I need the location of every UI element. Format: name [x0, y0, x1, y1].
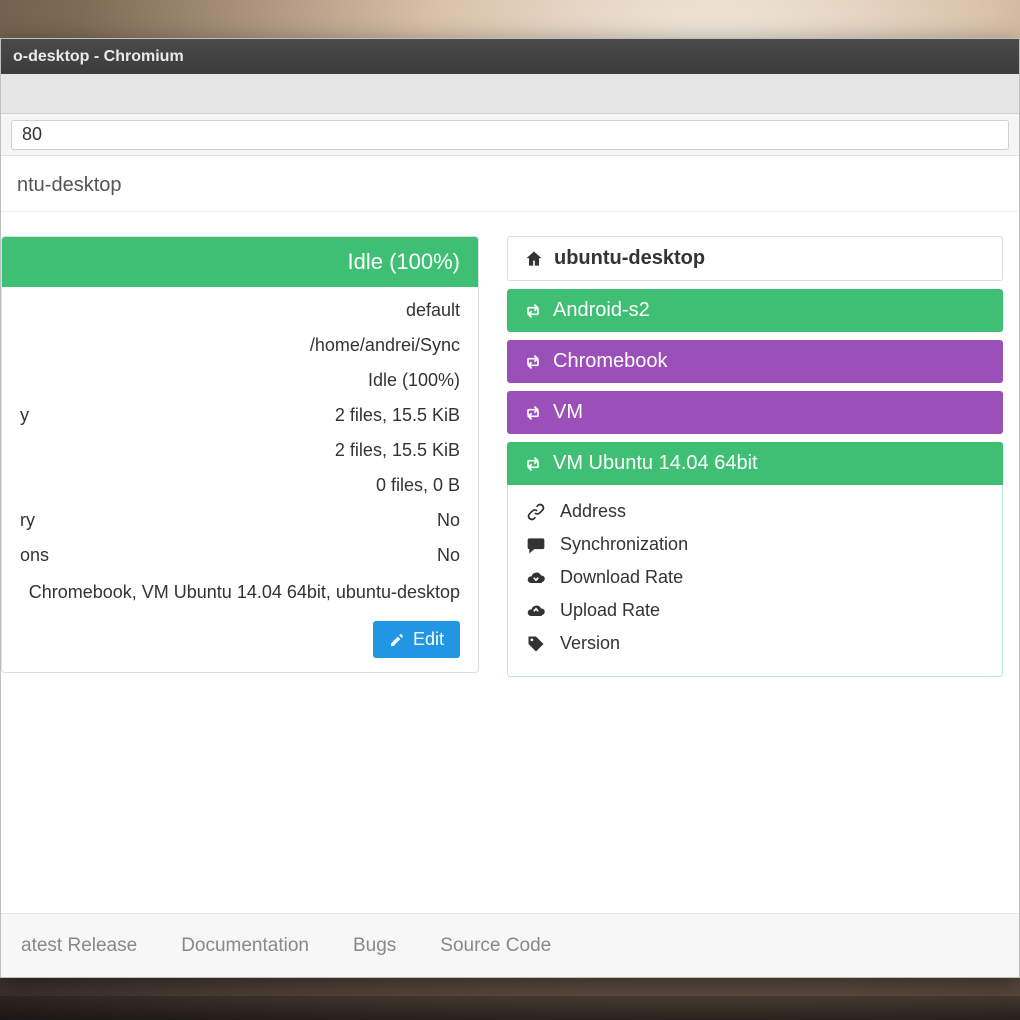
pencil-icon	[389, 632, 405, 648]
folder-row: ryNo	[20, 503, 460, 538]
footer-link-source[interactable]: Source Code	[440, 935, 551, 957]
device-detail-version: Version	[526, 627, 984, 660]
breadcrumb-text: ntu-desktop	[17, 174, 122, 196]
detail-label: Version	[560, 633, 620, 654]
folder-panel: Idle (100%) default /home/andrei/Sync Id…	[1, 236, 479, 673]
detail-label: Upload Rate	[560, 600, 660, 621]
device-label: VM Ubuntu 14.04 64bit	[553, 452, 758, 475]
home-icon	[524, 249, 544, 269]
folder-row: Chromebook, VM Ubuntu 14.04 64bit, ubunt…	[20, 573, 460, 611]
device-details: Address Synchronization Download Rate Up…	[507, 485, 1003, 677]
device-detail-address: Address	[526, 495, 984, 528]
device-detail-upload: Upload Rate	[526, 594, 984, 627]
footer: atest Release Documentation Bugs Source …	[1, 913, 1019, 977]
folder-panel-column: Idle (100%) default /home/andrei/Sync Id…	[1, 236, 479, 913]
retweet-icon	[523, 352, 543, 372]
footer-link-bugs[interactable]: Bugs	[353, 935, 396, 957]
retweet-icon	[523, 301, 543, 321]
device-item-vm[interactable]: VM	[507, 391, 1003, 434]
footer-link-docs[interactable]: Documentation	[181, 935, 309, 957]
detail-label: Address	[560, 501, 626, 522]
device-label: Android-s2	[553, 299, 650, 322]
device-label: Chromebook	[553, 350, 668, 373]
window-titlebar: o-desktop - Chromium	[1, 39, 1019, 74]
cloud-download-icon	[526, 568, 546, 588]
folder-row: Idle (100%)	[20, 363, 460, 398]
comment-icon	[526, 535, 546, 555]
address-bar[interactable]	[11, 120, 1009, 150]
retweet-icon	[523, 454, 543, 474]
link-icon	[526, 502, 546, 522]
device-item-chromebook[interactable]: Chromebook	[507, 340, 1003, 383]
edit-button[interactable]: Edit	[373, 621, 460, 658]
devices-column: ubuntu-desktop Android-s2 Chromebook VM	[507, 236, 1003, 913]
device-this: ubuntu-desktop	[507, 236, 1003, 281]
device-detail-download: Download Rate	[526, 561, 984, 594]
device-item-android-s2[interactable]: Android-s2	[507, 289, 1003, 332]
browser-tabstrip[interactable]	[1, 74, 1019, 114]
folder-row: default	[20, 293, 460, 328]
folder-row: 0 files, 0 B	[20, 468, 460, 503]
desktop-dock[interactable]	[0, 996, 1020, 1020]
folder-row: y2 files, 15.5 KiB	[20, 398, 460, 433]
device-detail-sync: Synchronization	[526, 528, 984, 561]
folder-actions: Edit	[20, 611, 460, 658]
tag-icon	[526, 634, 546, 654]
device-list: ubuntu-desktop Android-s2 Chromebook VM	[507, 236, 1003, 677]
device-this-label: ubuntu-desktop	[554, 247, 705, 270]
folder-row: /home/andrei/Sync	[20, 328, 460, 363]
folder-row: 2 files, 15.5 KiB	[20, 433, 460, 468]
device-item-vm-ubuntu[interactable]: VM Ubuntu 14.04 64bit	[507, 442, 1003, 485]
folder-panel-header[interactable]: Idle (100%)	[2, 237, 478, 287]
main-content: Idle (100%) default /home/andrei/Sync Id…	[1, 212, 1019, 913]
browser-window: o-desktop - Chromium ntu-desktop Idle (1…	[0, 38, 1020, 978]
footer-link-release[interactable]: atest Release	[21, 935, 137, 957]
folder-panel-body: default /home/andrei/Sync Idle (100%) y2…	[2, 287, 478, 672]
detail-label: Download Rate	[560, 567, 683, 588]
folder-status-text: Idle (100%)	[347, 249, 460, 274]
cloud-upload-icon	[526, 601, 546, 621]
detail-label: Synchronization	[560, 534, 688, 555]
device-label: VM	[553, 401, 583, 424]
window-title: o-desktop - Chromium	[13, 48, 184, 66]
browser-toolbar	[1, 114, 1019, 156]
retweet-icon	[523, 403, 543, 423]
folder-row: onsNo	[20, 538, 460, 573]
edit-button-label: Edit	[413, 629, 444, 650]
breadcrumb: ntu-desktop	[1, 156, 1019, 212]
